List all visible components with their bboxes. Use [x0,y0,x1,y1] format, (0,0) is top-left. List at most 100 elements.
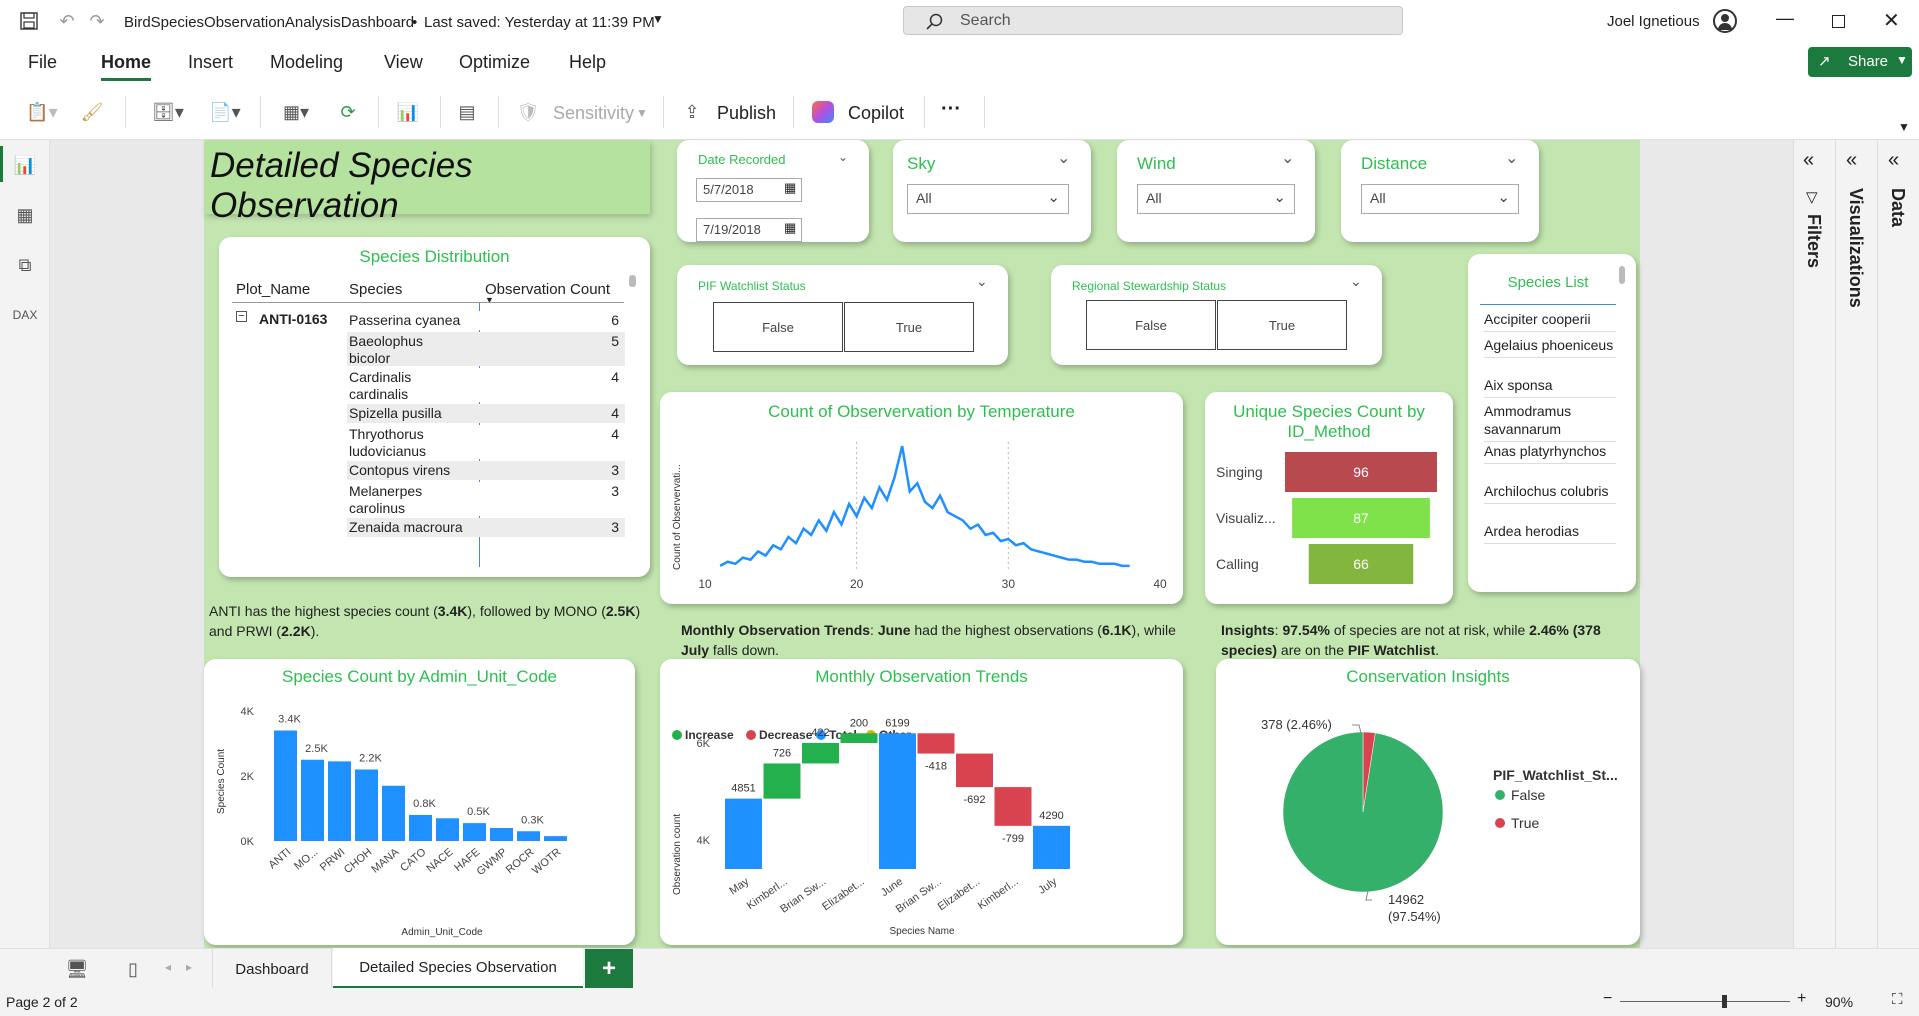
minimize-icon[interactable]: — [1776,8,1794,29]
species-list-item[interactable]: Anas platyrhynchos [1484,442,1616,464]
redo-icon[interactable]: ↷ [86,10,108,32]
species-list-item[interactable]: Agelaius phoeniceus [1484,336,1616,358]
scrollbar-thumb[interactable] [1619,266,1625,284]
species-list-item[interactable]: Aix sponsa [1484,376,1616,398]
menu-modeling[interactable]: Modeling [270,52,343,73]
sort-desc-icon[interactable]: ▼ [485,295,494,305]
refresh-icon[interactable]: ⟳ [336,100,360,124]
scrollbar-thumb[interactable] [629,275,636,287]
table-row[interactable]: Melanerpes carolinus 3 [347,482,625,516]
format-painter-icon[interactable]: 🖌 [80,100,104,124]
pif-true-tile[interactable]: True [844,302,974,352]
data-pane-label[interactable]: Data [1887,188,1908,227]
chevron-down-icon[interactable]: ⌄ [1505,148,1518,168]
chevron-down-icon[interactable]: ⌄ [1057,148,1070,168]
bar [382,785,405,841]
table-row[interactable]: Thryothorus ludovicianus 4 [347,425,625,459]
leader-line [1365,890,1372,901]
visualizations-pane-label[interactable]: Visualizations [1845,188,1866,308]
fit-to-page-icon[interactable]: ⛶ [1892,991,1903,1008]
collapse-icon[interactable]: − [236,311,247,322]
get-data-icon[interactable]: 🗄▾ [146,100,190,124]
publish-button[interactable]: Publish [717,103,776,124]
close-icon[interactable]: ✕ [1883,8,1900,33]
menu-help[interactable]: Help [569,52,606,73]
menu-insert[interactable]: Insert [188,52,233,73]
visual-title: Species Distribution [359,247,510,266]
report-view-icon[interactable]: 📊 [12,152,38,178]
calendar-icon[interactable]: ▦ [784,180,796,196]
zoom-in-icon[interactable]: + [1797,990,1806,1008]
transform-data-icon[interactable]: ▦▾ [273,100,319,124]
more-options-icon[interactable]: ··· [941,98,961,121]
bullet-separator: • [412,14,418,31]
copilot-icon[interactable] [812,101,834,123]
visual-title: Conservation Insights [1346,667,1510,686]
zoom-slider-thumb[interactable] [1722,995,1727,1008]
model-view-icon[interactable]: ⧉ [12,252,38,278]
filters-pane-label[interactable]: Filters [1803,214,1824,268]
regional-true-tile[interactable]: True [1217,300,1347,350]
sensitivity-label[interactable]: Sensitivity [553,103,634,124]
scroll-right-icon[interactable]: ▸ [186,960,192,974]
save-icon[interactable] [18,10,40,32]
calculator-icon[interactable]: ▤ [455,100,479,124]
sensitivity-icon[interactable]: 🛡 [516,100,540,124]
paste-icon[interactable]: 📋▾ [22,100,62,124]
zoom-level[interactable]: 90% [1825,994,1853,1010]
x-tick-label: NACE [424,846,455,875]
publish-icon[interactable]: ⇪ [680,100,704,124]
maximize-icon[interactable] [1832,15,1845,28]
bar [517,831,540,841]
expand-data-icon[interactable]: « [1888,149,1899,172]
chevron-down-icon[interactable]: ⌄ [838,150,848,164]
species-list-item[interactable]: Ammodramus savannarum [1484,402,1616,442]
menu-home[interactable]: Home [101,52,151,73]
column-header-species[interactable]: Species [349,281,402,298]
species-list-item[interactable]: Ardea herodias [1484,522,1616,544]
regional-false-tile[interactable]: False [1086,300,1216,350]
table-row[interactable]: Zenaida macroura 3 [347,518,625,537]
mobile-layout-icon[interactable]: ▯ [122,957,144,981]
zoom-out-icon[interactable]: − [1603,990,1612,1008]
wind-dropdown[interactable]: All ⌄ [1137,184,1295,214]
column-header-count[interactable]: Observation Count [485,281,610,298]
table-row[interactable]: Contopus virens 3 [347,461,625,480]
column-header-plot[interactable]: Plot_Name [236,281,310,298]
expand-visualizations-icon[interactable]: « [1846,149,1857,172]
menu-file[interactable]: File [28,52,57,73]
collapse-ribbon-icon[interactable]: ▼ [1898,120,1910,134]
tab-detailed-species[interactable]: Detailed Species Observation [333,948,583,989]
new-visual-icon[interactable]: 📊 [395,100,421,124]
menu-optimize[interactable]: Optimize [459,52,530,73]
share-button[interactable]: ↗ Share ▼ [1808,47,1912,77]
undo-icon[interactable]: ↶ [56,10,78,32]
species-list-item[interactable]: Archilochus colubris [1484,482,1616,504]
recent-sources-icon[interactable]: 📄▾ [203,100,247,124]
desktop-layout-icon[interactable]: 🖥 [63,957,91,981]
dax-query-icon[interactable]: DAX [12,302,38,328]
chevron-down-icon[interactable]: ⌄ [1350,273,1362,290]
scroll-left-icon[interactable]: ◂ [165,960,171,974]
table-row[interactable]: Cardinalis cardinalis 4 [347,368,625,402]
distance-dropdown[interactable]: All ⌄ [1361,184,1519,214]
table-row[interactable]: Baeolophus bicolor 5 [347,332,625,366]
zoom-slider[interactable] [1620,1001,1790,1002]
avatar[interactable] [1713,9,1737,33]
expand-filters-icon[interactable]: « [1803,149,1814,172]
chevron-down-icon[interactable]: ▼ [652,12,664,26]
menu-view[interactable]: View [384,52,423,73]
species-list-item[interactable]: Accipiter cooperii [1484,310,1616,332]
pif-false-tile[interactable]: False [713,302,843,352]
search-box[interactable]: Search [903,6,1403,35]
table-row[interactable]: Spizella pusilla 4 [347,404,625,423]
table-row[interactable]: Passerina cyanea 6 [347,311,625,330]
sky-dropdown[interactable]: All ⌄ [907,184,1069,214]
tab-dashboard[interactable]: Dashboard [212,949,332,989]
chevron-down-icon[interactable]: ⌄ [1281,148,1294,168]
calendar-icon[interactable]: ▦ [784,220,796,236]
add-page-button[interactable]: + [585,949,633,989]
chevron-down-icon[interactable]: ⌄ [976,273,988,290]
table-view-icon[interactable]: ▦ [12,202,38,228]
copilot-button[interactable]: Copilot [848,103,904,124]
